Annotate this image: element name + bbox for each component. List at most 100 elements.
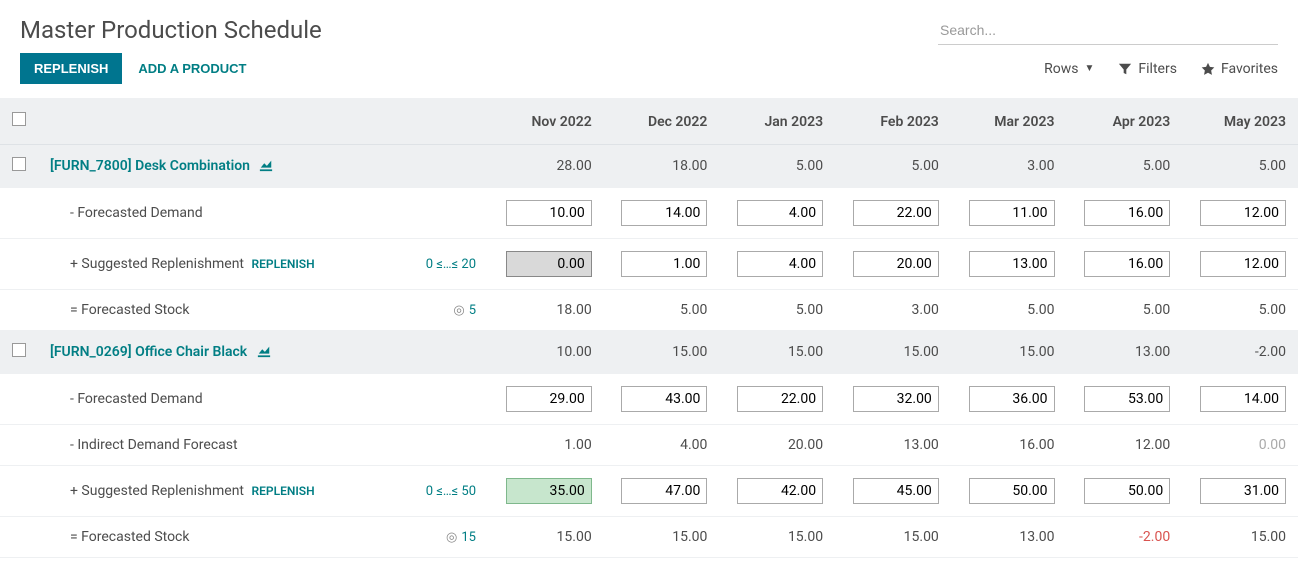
demand-input[interactable] (506, 200, 592, 226)
rows-label: Rows (1044, 61, 1078, 77)
demand-input[interactable] (737, 386, 823, 412)
row-label: = Forecasted Stock (50, 302, 189, 318)
summary-cell: 15.00 (719, 331, 835, 374)
replenishment-input[interactable] (1084, 251, 1170, 277)
stock-cell: 18.00 (488, 290, 604, 331)
header-month: Jan 2023 (719, 98, 835, 145)
replenishment-input[interactable] (621, 251, 707, 277)
replenish-inline-button[interactable]: REPLENISH (252, 484, 315, 498)
demand-input[interactable] (853, 200, 939, 226)
filters-button[interactable]: Filters (1118, 61, 1177, 77)
filters-label: Filters (1138, 61, 1177, 77)
grid-header-row: Nov 2022 Dec 2022 Jan 2023 Feb 2023 Mar … (0, 98, 1298, 145)
product-summary-row: [FURN_0269] Office Chair Black 10.00 15.… (0, 331, 1298, 374)
stock-cell: 15.00 (1182, 517, 1298, 558)
summary-cell: 10.00 (488, 331, 604, 374)
demand-input[interactable] (853, 386, 939, 412)
add-product-button[interactable]: ADD A PRODUCT (138, 61, 246, 76)
demand-input[interactable] (621, 200, 707, 226)
search-input[interactable] (938, 16, 1278, 45)
stock-cell: 5.00 (1182, 290, 1298, 331)
stock-cell: 5.00 (1067, 290, 1183, 331)
stock-cell: 15.00 (719, 517, 835, 558)
stock-cell: -2.00 (1067, 517, 1183, 558)
row-label: - Indirect Demand Forecast (50, 437, 238, 453)
replenish-button[interactable]: REPLENISH (20, 53, 122, 84)
replenishment-input[interactable] (969, 478, 1055, 504)
replenishment-input[interactable] (1200, 478, 1286, 504)
indirect-cell: 0.00 (1182, 425, 1298, 466)
header-hint-col (388, 98, 488, 145)
header-month: Nov 2022 (488, 98, 604, 145)
favorites-label: Favorites (1221, 61, 1278, 77)
caret-down-icon: ▼ (1085, 63, 1095, 74)
chart-icon[interactable] (257, 344, 271, 360)
replenishment-input[interactable] (737, 251, 823, 277)
summary-cell: 5.00 (719, 145, 835, 188)
indirect-cell: 20.00 (719, 425, 835, 466)
product-link[interactable]: [FURN_0269] Office Chair Black (50, 344, 247, 360)
indirect-cell: 13.00 (835, 425, 951, 466)
replenishment-input[interactable] (506, 251, 592, 277)
product-summary-row: [FURN_7800] Desk Combination 28.00 18.00… (0, 145, 1298, 188)
row-label: + Suggested Replenishment (50, 256, 244, 272)
stock-cell: 5.00 (719, 290, 835, 331)
row-label: + Suggested Replenishment (50, 483, 244, 499)
replenishment-input[interactable] (737, 478, 823, 504)
replenishment-input[interactable] (621, 478, 707, 504)
summary-cell: 15.00 (951, 331, 1067, 374)
page-title: Master Production Schedule (20, 16, 322, 44)
chart-icon[interactable] (259, 158, 273, 174)
demand-input[interactable] (737, 200, 823, 226)
target-icon: ◎ (453, 303, 464, 318)
stock-cell: 5.00 (951, 290, 1067, 331)
replenishment-input[interactable] (506, 478, 592, 504)
demand-input[interactable] (506, 386, 592, 412)
summary-cell: 15.00 (835, 331, 951, 374)
stock-cell: 3.00 (835, 290, 951, 331)
demand-input[interactable] (969, 200, 1055, 226)
forecasted-stock-row: = Forecasted Stock ◎ 5 18.00 5.00 5.00 3.… (0, 290, 1298, 331)
stock-target: 15 (461, 530, 476, 545)
replenish-inline-button[interactable]: REPLENISH (252, 257, 315, 271)
replenishment-input[interactable] (853, 478, 939, 504)
replenishment-input[interactable] (1200, 251, 1286, 277)
row-checkbox[interactable] (12, 157, 26, 171)
header-month: Dec 2022 (604, 98, 720, 145)
row-label: = Forecasted Stock (50, 529, 189, 545)
stock-cell: 15.00 (488, 517, 604, 558)
replenish-hint: 0 ≤…≤ 50 (388, 466, 488, 517)
select-all-checkbox[interactable] (12, 112, 26, 126)
target-icon: ◎ (446, 530, 457, 545)
demand-input[interactable] (1084, 200, 1170, 226)
header-month: May 2023 (1182, 98, 1298, 145)
stock-cell: 15.00 (604, 517, 720, 558)
demand-input[interactable] (1200, 200, 1286, 226)
product-link[interactable]: [FURN_7800] Desk Combination (50, 158, 250, 174)
replenishment-input[interactable] (969, 251, 1055, 277)
forecasted-demand-row: - Forecasted Demand (0, 374, 1298, 425)
replenishment-input[interactable] (853, 251, 939, 277)
stock-cell: 13.00 (951, 517, 1067, 558)
replenish-hint: 0 ≤…≤ 20 (388, 239, 488, 290)
rows-dropdown[interactable]: Rows ▼ (1044, 61, 1094, 77)
summary-cell: 5.00 (1067, 145, 1183, 188)
stock-target: 5 (469, 303, 476, 318)
suggested-replenishment-row: + Suggested Replenishment REPLENISH 0 ≤…… (0, 239, 1298, 290)
suggested-replenishment-row: + Suggested Replenishment REPLENISH 0 ≤…… (0, 466, 1298, 517)
indirect-cell: 12.00 (1067, 425, 1183, 466)
summary-cell: 5.00 (1182, 145, 1298, 188)
demand-input[interactable] (969, 386, 1055, 412)
demand-input[interactable] (621, 386, 707, 412)
header-month: Apr 2023 (1067, 98, 1183, 145)
row-label: - Forecasted Demand (50, 205, 203, 221)
demand-input[interactable] (1084, 386, 1170, 412)
stock-cell: 5.00 (604, 290, 720, 331)
summary-cell: 5.00 (835, 145, 951, 188)
replenishment-input[interactable] (1084, 478, 1170, 504)
summary-cell: 3.00 (951, 145, 1067, 188)
demand-input[interactable] (1200, 386, 1286, 412)
row-checkbox[interactable] (12, 343, 26, 357)
row-label: - Forecasted Demand (50, 391, 203, 407)
favorites-button[interactable]: Favorites (1201, 61, 1278, 77)
